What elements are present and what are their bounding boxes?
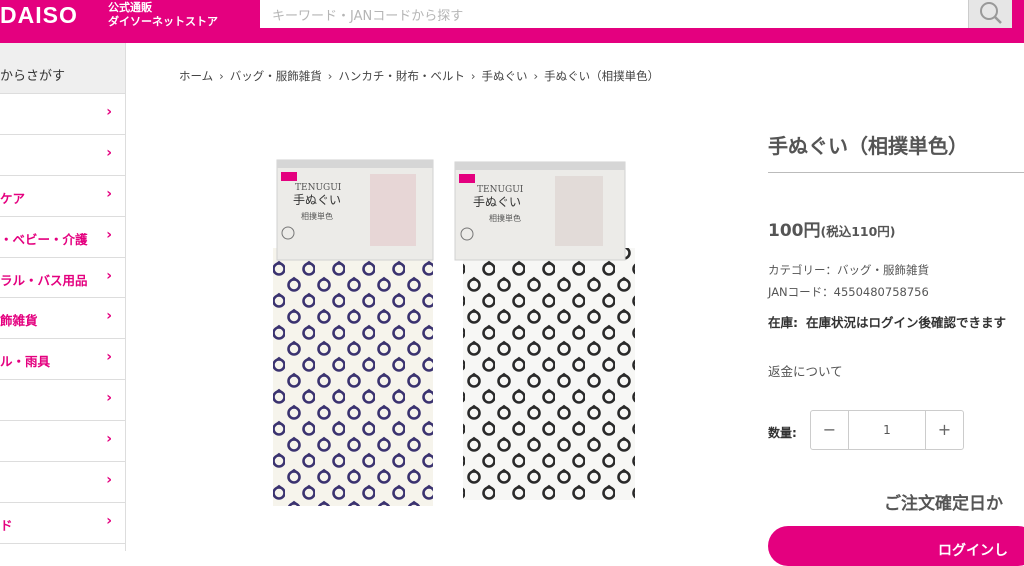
refund-link[interactable]: 返金について [768, 361, 843, 380]
sidebar-item[interactable]: ラル・バス用品 › [0, 258, 125, 299]
package-name: 手ぬぐい [293, 193, 341, 207]
store-name-line1: 公式通販 [108, 1, 152, 14]
sidebar-item-label: ラル・バス用品 [0, 272, 88, 288]
sidebar-item[interactable]: ・ベビー・介護 › [0, 217, 125, 258]
site-header: DAISO 公式通販 ダイソーネットストア キーワード・JANコードから探す [0, 0, 1024, 43]
breadcrumb-separator-icon: › [533, 69, 539, 83]
breadcrumb-separator-icon: › [327, 69, 333, 83]
price-value: 100円 [768, 221, 821, 241]
package-variant-2: 相撲単色 [489, 213, 521, 223]
breadcrumb: ホーム › バッグ・服飾雑貨 › ハンカチ・財布・ベルト › 手ぬぐい › 手ぬぐい（相撲単色） [179, 68, 659, 84]
package-variant: 相撲単色 [301, 211, 333, 221]
product-jan: JANコード：4550480758756 [768, 285, 929, 299]
chevron-right-icon: › [106, 104, 112, 120]
chevron-right-icon: › [106, 144, 112, 161]
sidebar-item[interactable]: ル・雨具 › [0, 339, 125, 381]
breadcrumb-separator-icon: › [219, 69, 224, 83]
sidebar-item-label: ・ベビー・介護 [0, 231, 88, 247]
chevron-right-icon: › [106, 185, 112, 202]
sidebar-item-label: ケア [0, 190, 26, 206]
quantity-decrease-button[interactable]: − [811, 411, 849, 449]
search-button[interactable] [968, 0, 1012, 28]
login-button-label: ログインし [938, 543, 1008, 559]
breadcrumb-separator-icon: › [470, 69, 476, 83]
category-sidebar: からさがす › › ケア › ・ベビー・介護 › ラル・バス用品 › 飾雑貨 › ル・雨具 › › › › ド… [0, 43, 126, 551]
breadcrumb-item[interactable]: 手ぬぐい [481, 69, 527, 83]
chevron-right-icon: › [106, 431, 112, 448]
product-price: 100円(税込110円) [768, 216, 896, 241]
sidebar-item[interactable]: ド › [0, 503, 125, 544]
quantity-stepper: − 1 + [810, 410, 964, 450]
store-name-line2: ダイソーネットストア [108, 15, 218, 28]
chevron-right-icon: › [106, 512, 112, 529]
login-button[interactable]: ログインし [768, 526, 1024, 566]
chevron-right-icon: › [106, 390, 112, 407]
sidebar-item[interactable]: › [0, 462, 125, 503]
sidebar-item[interactable]: ケア › [0, 176, 125, 217]
sidebar-item[interactable]: › [0, 94, 125, 135]
stock-value: 在庫状況はログイン後確認できます [806, 315, 1007, 330]
product-category: カテゴリー：バッグ・服飾雑貨 [768, 263, 929, 277]
search-placeholder: キーワード・JANコードから探す [272, 9, 464, 24]
sidebar-item-label: 飾雑貨 [0, 313, 38, 329]
package-brand-2: TENUGUI [477, 185, 524, 195]
breadcrumb-item[interactable]: ホーム [179, 69, 213, 83]
sidebar-item[interactable]: › [0, 135, 125, 176]
store-name[interactable]: 公式通販 ダイソーネットストア [108, 1, 218, 29]
breadcrumb-item[interactable]: バッグ・服飾雑貨 [230, 69, 322, 83]
chevron-right-icon: › [106, 472, 112, 489]
quantity-increase-button[interactable]: + [925, 411, 963, 449]
chevron-right-icon: › [106, 308, 112, 325]
product-image: TENUGUI 手ぬぐい 相撲単色 TENUGUI 手ぬぐい 相撲単色 [273, 159, 635, 506]
sidebar-item[interactable]: › [0, 421, 125, 463]
breadcrumb-item[interactable]: ハンカチ・財布・ベルト [338, 69, 465, 83]
tenugui-black: TENUGUI 手ぬぐい 相撲単色 [454, 161, 635, 500]
tenugui-navy: TENUGUI 手ぬぐい 相撲単色 [273, 159, 434, 506]
package-brand: TENUGUI [295, 183, 342, 193]
price-tax: (税込110円) [820, 224, 896, 239]
breadcrumb-item: 手ぬぐい（相撲単色） [544, 69, 660, 83]
chevron-right-icon: › [106, 226, 112, 243]
stock-status: 在庫: 在庫状況はログイン後確認できます [768, 312, 1006, 331]
sidebar-item-label: ル・雨具 [0, 354, 51, 370]
sidebar-heading: からさがす [0, 43, 125, 94]
sidebar-item[interactable]: › [0, 380, 125, 422]
quantity-label: 数量: [768, 426, 797, 440]
order-date-heading: ご注文確定日か [884, 494, 1003, 514]
search-icon [980, 2, 1002, 24]
search-input[interactable]: キーワード・JANコードから探す [260, 0, 968, 28]
quantity-input[interactable]: 1 [849, 411, 925, 449]
sidebar-item-label: ド [0, 517, 13, 533]
product-title: 手ぬぐい（相撲単色） [768, 134, 968, 158]
chevron-right-icon: › [106, 267, 112, 284]
sidebar-item[interactable]: 飾雑貨 › [0, 298, 125, 340]
stock-label: 在庫: [768, 315, 798, 330]
title-divider [768, 172, 1024, 173]
package-name-2: 手ぬぐい [473, 195, 521, 209]
chevron-right-icon: › [106, 349, 112, 366]
daiso-logo[interactable]: DAISO [0, 2, 78, 28]
